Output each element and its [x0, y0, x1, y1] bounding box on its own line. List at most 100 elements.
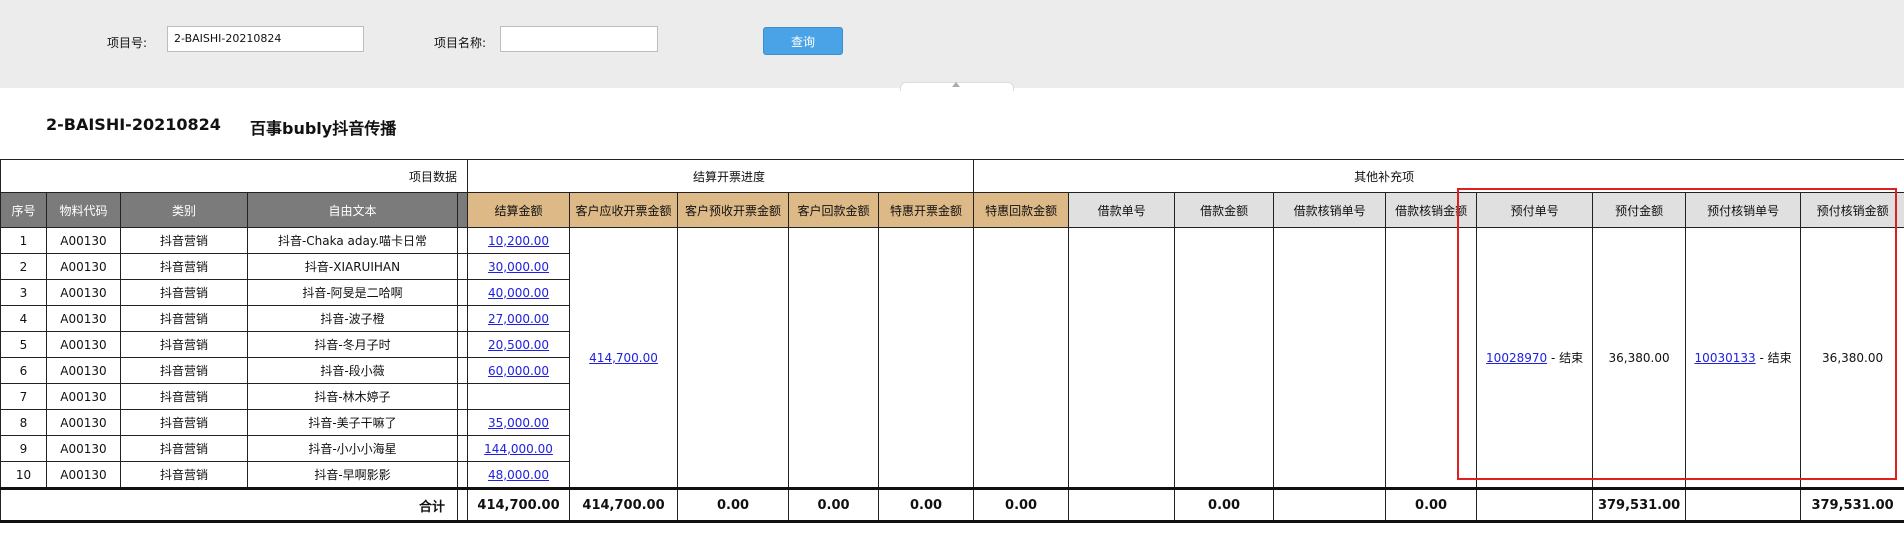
cell-material: A00130: [46, 435, 121, 462]
project-no-input[interactable]: 2-BAISHI-20210824: [167, 26, 364, 52]
cell-separator: [456, 279, 469, 306]
cell-seq: 6: [0, 357, 47, 384]
cell-separator: [456, 461, 469, 489]
cell-separator: [456, 487, 469, 523]
cell-material: A00130: [46, 253, 121, 280]
cell-material: A00130: [46, 279, 121, 306]
cell-seq: 2: [0, 253, 47, 280]
prepay-writeoff-link[interactable]: 10030133: [1695, 351, 1756, 365]
summary-label: 合计: [0, 487, 458, 523]
settle-amount-link[interactable]: 10,200.00: [488, 234, 549, 248]
cell-separator: [456, 305, 469, 332]
cell-free-text: 抖音-XIARUIHAN: [247, 253, 458, 280]
summary-loan-writeoff-no: [1273, 487, 1387, 523]
cell-settle-amount: 35,000.00: [467, 409, 571, 436]
cell-free-text: 抖音-林木婷子: [247, 383, 458, 410]
cell-seq: 1: [0, 227, 47, 254]
cell-prepay-writeoff-amount-merged: 36,380.00: [1800, 227, 1904, 489]
cell-settle-amount: 48,000.00: [467, 461, 571, 489]
cell-material: A00130: [46, 383, 121, 410]
cell-free-text: 抖音-段小薇: [247, 357, 458, 384]
cell-material: A00130: [46, 305, 121, 332]
cell-settle-amount: [467, 383, 571, 410]
summary-cust-invoice: 414,700.00: [569, 487, 679, 523]
section-other: 其他补充项: [973, 159, 1904, 193]
cust-invoice-link[interactable]: 414,700.00: [589, 351, 658, 365]
col-settle-amount: 结算金额: [467, 192, 571, 228]
project-no-label: 项目号:: [107, 36, 148, 50]
cell-category: 抖音营销: [120, 383, 248, 410]
cell-settle-amount: 144,000.00: [467, 435, 571, 462]
cell-free-text: 抖音-Chaka aday.喵卡日常: [247, 227, 458, 254]
cell-free-text: 抖音-美子干嘛了: [247, 409, 458, 436]
cell-material: A00130: [46, 409, 121, 436]
settle-amount-link[interactable]: 35,000.00: [488, 416, 549, 430]
settle-amount-link[interactable]: 27,000.00: [488, 312, 549, 326]
collapse-toggle[interactable]: [900, 82, 1014, 91]
chevron-up-icon: [952, 82, 960, 87]
cell-separator: [456, 227, 469, 254]
cell-seq: 7: [0, 383, 47, 410]
summary-loan-no: [1068, 487, 1176, 523]
cell-settle-amount: 27,000.00: [467, 305, 571, 332]
summary-prepay-writeoff-amount: 379,531.00: [1800, 487, 1904, 523]
prepay-no-link[interactable]: 10028970: [1486, 351, 1547, 365]
summary-cust-pre-invoice: 0.00: [677, 487, 790, 523]
cell-category: 抖音营销: [120, 253, 248, 280]
cell-category: 抖音营销: [120, 331, 248, 358]
table-row: 1 A00130 抖音营销 抖音-Chaka aday.喵卡日常 10,200.…: [0, 227, 1904, 489]
project-name-input[interactable]: [500, 26, 658, 52]
cell-seq: 8: [0, 409, 47, 436]
settle-amount-link[interactable]: 40,000.00: [488, 286, 549, 300]
col-seq: 序号: [0, 192, 47, 228]
col-cust-pre-invoice: 客户预收开票金额: [677, 192, 790, 228]
search-bar: 项目号: 2-BAISHI-20210824 项目名称: 查询: [0, 0, 1904, 88]
prepay-no-status: - 结束: [1547, 351, 1584, 365]
col-free-text: 自由文本: [247, 192, 458, 228]
summary-prepay-no: [1476, 487, 1594, 523]
col-cust-payback: 客户回款金额: [788, 192, 880, 228]
settle-amount-link[interactable]: 20,500.00: [488, 338, 549, 352]
cell-settle-amount: 40,000.00: [467, 279, 571, 306]
settle-amount-link[interactable]: 48,000.00: [488, 468, 549, 482]
settle-amount-link[interactable]: 30,000.00: [488, 260, 549, 274]
col-category: 类别: [120, 192, 248, 228]
col-special-invoice: 特惠开票金额: [878, 192, 975, 228]
settle-amount-link[interactable]: 60,000.00: [488, 364, 549, 378]
project-name-title: 百事bubly抖音传播: [250, 119, 397, 138]
cell-prepay-amount-merged: 36,380.00: [1592, 227, 1687, 489]
cell-cust-payback-merged: [788, 227, 880, 489]
cell-separator: [456, 253, 469, 280]
cell-seq: 9: [0, 435, 47, 462]
summary-loan-amount: 0.00: [1174, 487, 1275, 523]
col-prepay-writeoff-amount: 预付核销金额: [1800, 192, 1904, 228]
cell-free-text: 抖音-冬月子时: [247, 331, 458, 358]
cell-loan-amount-merged: [1174, 227, 1275, 489]
col-cust-invoice: 客户应收开票金额: [569, 192, 679, 228]
cell-cust-pre-invoice-merged: [677, 227, 790, 489]
query-button[interactable]: 查询: [763, 27, 843, 55]
cell-free-text: 抖音-阿旻是二哈啊: [247, 279, 458, 306]
col-loan-writeoff-amount: 借款核销金额: [1385, 192, 1478, 228]
cell-settle-amount: 30,000.00: [467, 253, 571, 280]
cell-seq: 10: [0, 461, 47, 489]
cell-free-text: 抖音-小小小海星: [247, 435, 458, 462]
cell-category: 抖音营销: [120, 357, 248, 384]
col-prepay-writeoff-no: 预付核销单号: [1685, 192, 1802, 228]
cell-category: 抖音营销: [120, 461, 248, 489]
cell-prepay-writeoff-no-merged: 10030133 - 结束: [1685, 227, 1802, 489]
cell-loan-no-merged: [1068, 227, 1176, 489]
cell-free-text: 抖音-波子橙: [247, 305, 458, 332]
cell-material: A00130: [46, 227, 121, 254]
col-loan-writeoff-no: 借款核销单号: [1273, 192, 1387, 228]
col-prepay-no: 预付单号: [1476, 192, 1594, 228]
cell-prepay-no-merged: 10028970 - 结束: [1476, 227, 1594, 489]
summary-prepay-writeoff-no: [1685, 487, 1802, 523]
summary-row: 合计 414,700.00 414,700.00 0.00 0.00 0.00 …: [0, 487, 1904, 523]
cell-separator: [456, 435, 469, 462]
section-project-data: 项目数据: [0, 159, 469, 193]
project-code-title: 2-BAISHI-20210824: [46, 115, 221, 134]
settle-amount-link[interactable]: 144,000.00: [484, 442, 553, 456]
cell-loan-writeoff-amount-merged: [1385, 227, 1478, 489]
prepay-writeoff-status: - 结束: [1755, 351, 1792, 365]
